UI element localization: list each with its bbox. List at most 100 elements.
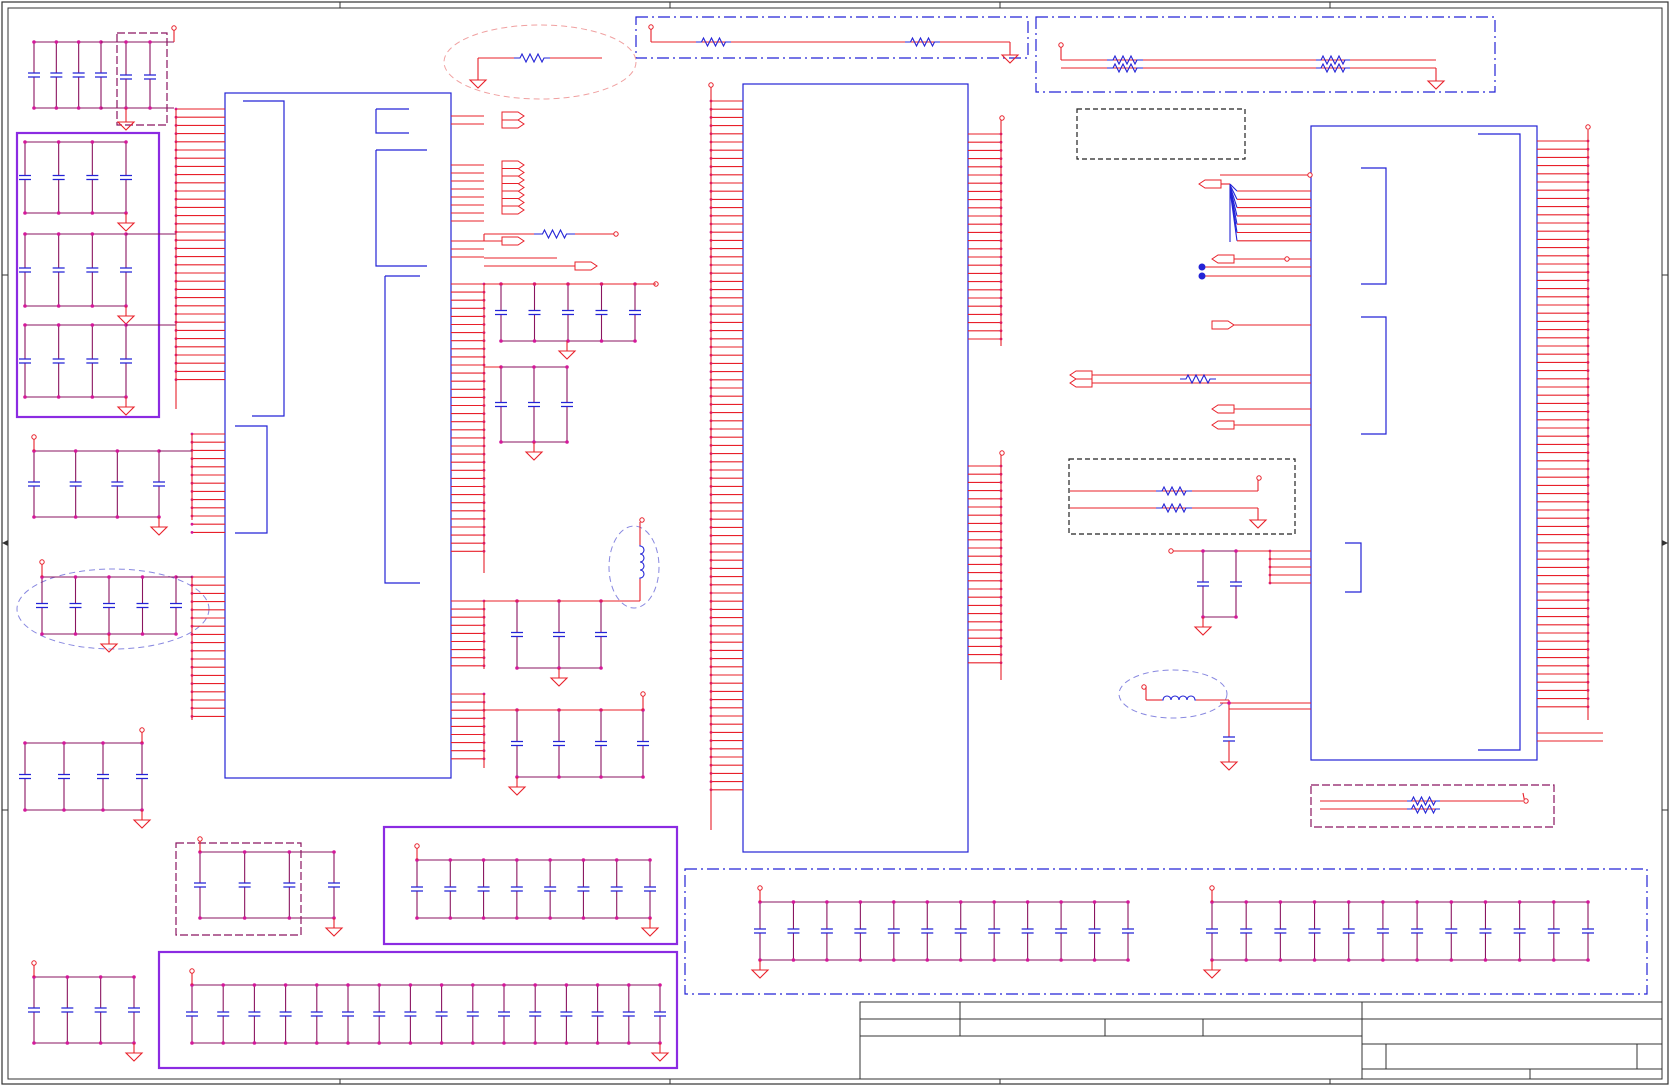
capacitor-icon (787, 928, 800, 934)
capacitor-icon (373, 1011, 386, 1017)
power-pin-icon (1058, 42, 1064, 48)
net-port-icon (1211, 254, 1235, 264)
junction-node (1278, 958, 1283, 962)
junction-node (73, 449, 78, 453)
junction-node (595, 1041, 600, 1045)
junction-node (1586, 900, 1590, 904)
junction-node (221, 983, 225, 987)
junction-node (56, 323, 61, 327)
generated-components (19, 24, 1603, 1062)
resistor-icon (1180, 373, 1216, 385)
capacitor-icon (595, 631, 607, 638)
junction-node (76, 106, 81, 110)
capacitor-icon (411, 886, 423, 892)
power-pin-icon (639, 517, 645, 523)
junction-node (515, 858, 519, 862)
capacitor-icon (820, 928, 833, 934)
ic-u1-body (224, 92, 452, 779)
capacitor-icon (58, 773, 70, 780)
capacitor-icon (1197, 581, 1209, 587)
capacitor-icon (622, 1011, 635, 1017)
ground-icon (324, 927, 344, 937)
junction-node (90, 395, 95, 399)
junction-node (499, 440, 503, 444)
net-port-icon (501, 198, 525, 207)
junction-node (283, 1041, 288, 1045)
net-port-icon (501, 175, 525, 185)
junction-node (925, 958, 930, 962)
junction-node (1025, 958, 1030, 962)
resistor-icon (1107, 62, 1143, 74)
junction-dot (1198, 263, 1206, 271)
junction-node (1517, 900, 1522, 904)
junction-node (595, 983, 600, 987)
junction-node (283, 983, 288, 987)
junction-node (825, 900, 829, 904)
capacitor-icon (495, 309, 507, 316)
capacitor-icon (553, 631, 565, 638)
capacitor-icon (238, 882, 251, 888)
capacitor-icon (86, 267, 99, 273)
ground-icon (116, 406, 136, 416)
capacitor-icon (553, 740, 565, 747)
junction-node (148, 40, 152, 44)
capacitor-icon (1055, 928, 1068, 934)
zone-ticks (2, 2, 1668, 1084)
junction-node (548, 916, 552, 920)
junction-node (581, 858, 586, 862)
net-port-icon (501, 119, 525, 129)
schematic-sheet (0, 0, 1671, 1087)
net-port-icon (501, 205, 525, 215)
inductor-icon (1162, 695, 1196, 701)
junction-node (1126, 958, 1130, 962)
junction-node (56, 232, 61, 236)
junction-node (107, 575, 111, 579)
junction-node (925, 900, 930, 904)
capacitor-icon (120, 174, 132, 181)
capacitor-icon (120, 74, 132, 80)
capacitor-icon (310, 1011, 323, 1017)
power-pin-icon (613, 231, 619, 237)
capacitor-icon (528, 309, 541, 316)
capacitor-icon (61, 1007, 74, 1013)
junction-node (23, 395, 27, 399)
ground-icon (1193, 626, 1213, 636)
junction-node (658, 983, 662, 987)
capacitor-icon (854, 928, 867, 934)
capacitor-icon (1021, 928, 1034, 934)
junction-node (98, 975, 103, 979)
junction-node (23, 232, 27, 236)
junction-node (1227, 701, 1231, 705)
junction-node (32, 40, 36, 44)
capacitor-icon (111, 481, 124, 487)
capacitor-icon (19, 773, 31, 780)
junction-node (32, 515, 36, 519)
junction-node (564, 1041, 569, 1045)
capacitor-icon (1513, 928, 1526, 934)
junction-node (242, 850, 247, 854)
junction-node (315, 1041, 319, 1045)
capacitor-icon (1088, 928, 1101, 934)
capacitor-icon (1274, 928, 1287, 934)
junction-node (791, 900, 796, 904)
junction-node (23, 140, 27, 144)
ground-icon (468, 79, 488, 89)
junction-node (408, 1041, 413, 1045)
junction-node (124, 140, 128, 144)
capacitor-icon (610, 886, 623, 892)
capacitor-icon (577, 886, 590, 892)
junction-node (90, 211, 95, 215)
junction-node (252, 983, 257, 987)
junction-node (98, 1041, 103, 1045)
capacitor-icon (1240, 928, 1253, 934)
net-port-icon (501, 160, 525, 170)
net-port-icon (1211, 420, 1235, 430)
junction-node (1552, 900, 1556, 904)
junction-node (533, 983, 537, 987)
capacitor-icon (561, 401, 573, 408)
ground-icon (650, 1052, 670, 1062)
net-port-icon (1069, 370, 1093, 380)
capacitor-icon (637, 740, 649, 747)
capacitor-icon (595, 740, 607, 747)
ground-icon (640, 927, 660, 937)
